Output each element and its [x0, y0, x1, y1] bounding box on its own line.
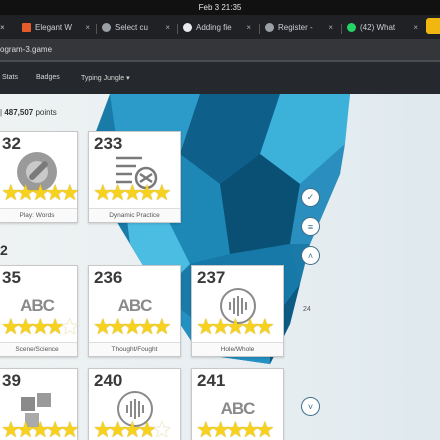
- tab-1[interactable]: Elegant W ×: [22, 19, 94, 37]
- tab-4[interactable]: Register - ×: [265, 19, 337, 37]
- level-number: 35: [2, 268, 21, 287]
- level-number: 237: [197, 268, 226, 287]
- star-rating: ★★★★★: [196, 419, 275, 440]
- chevron-up-icon[interactable]: ˄: [302, 247, 319, 264]
- level-number: 240: [94, 371, 123, 390]
- level-number: 241: [197, 371, 226, 390]
- close-icon[interactable]: ×: [328, 19, 333, 37]
- abc-text: ABC: [20, 296, 55, 315]
- level-card[interactable]: 237 ★★★★★ Hole/Whole: [191, 265, 284, 357]
- tab-close-partial[interactable]: ×: [0, 19, 12, 37]
- nav-typing-jungle[interactable]: Typing Jungle ▾: [81, 74, 130, 82]
- star-empty-icon: ★: [151, 417, 172, 440]
- star-icon: ★: [59, 417, 80, 440]
- level-label: Dynamic Practice: [89, 208, 180, 222]
- close-icon[interactable]: ×: [0, 23, 5, 32]
- level-label: Play: Words: [0, 208, 77, 222]
- tab-separator: [177, 24, 178, 34]
- level-card[interactable]: 32 ★★★★★ Play: Words: [0, 131, 80, 223]
- tab-label: Adding fie: [196, 23, 232, 32]
- nav-badges[interactable]: Badges: [36, 74, 60, 81]
- points-counter: | 487,507 points: [0, 108, 57, 117]
- star-icon: ★: [59, 180, 80, 205]
- globe-icon: [265, 23, 274, 33]
- browser-tab-strip: × Elegant W × Select cu × Adding fie × R…: [0, 15, 440, 39]
- level-number: 39: [2, 371, 21, 390]
- star-rating: ★★★★★: [1, 419, 80, 440]
- close-icon[interactable]: ×: [413, 19, 418, 37]
- tab-separator: [96, 24, 97, 34]
- list-menu-icon[interactable]: ≡: [302, 218, 319, 235]
- close-icon[interactable]: ×: [246, 19, 251, 37]
- level-number: 236: [94, 268, 123, 287]
- star-rating: ★★★★★: [1, 316, 80, 340]
- tab-separator: [259, 24, 260, 34]
- section-number: 2: [0, 242, 8, 258]
- level-card[interactable]: 233 ★★★★★ Dynamic Practice: [88, 131, 181, 223]
- os-top-bar: Feb 3 21:35: [0, 0, 440, 15]
- level-map: | 487,507 points 32 ★★★★★ Play: Words 23…: [0, 94, 440, 440]
- level-label: Hole/Whole: [192, 342, 283, 356]
- points-value: 487,507: [4, 108, 34, 117]
- level-label: Thought/Fought: [89, 342, 180, 356]
- star-icon: ★: [151, 180, 172, 205]
- level-card[interactable]: 240 ★★★★★: [88, 368, 181, 440]
- star-rating: ★★★★★: [93, 419, 172, 440]
- address-bar[interactable]: ogram-3.game: [0, 39, 440, 60]
- globe-icon: [102, 23, 111, 33]
- star-rating: ★★★★★: [93, 182, 172, 206]
- extension-icon[interactable]: [426, 18, 440, 34]
- star-rating: ★★★★★: [93, 316, 172, 340]
- level-card[interactable]: 35 ABC ★★★★★ Scene/Science: [0, 265, 80, 357]
- abc-text: ABC: [117, 296, 153, 315]
- site-nav: Stats Badges Typing Jungle ▾: [0, 62, 440, 94]
- star-icon: ★: [254, 417, 275, 440]
- check-circle-icon[interactable]: ✓: [302, 189, 319, 206]
- star-rating: ★★★★★: [1, 182, 80, 206]
- level-label: Scene/Science: [0, 342, 77, 356]
- star-icon: ★: [151, 314, 172, 339]
- tab-label: Elegant W: [35, 23, 72, 32]
- close-icon[interactable]: ×: [165, 19, 170, 37]
- tab-label: Register -: [278, 23, 313, 32]
- close-icon[interactable]: ×: [85, 19, 90, 37]
- whatsapp-icon: [347, 23, 356, 33]
- star-rating: ★★★★★: [196, 316, 275, 340]
- tab-3[interactable]: Adding fie ×: [183, 19, 255, 37]
- clock: Feb 3 21:35: [198, 3, 242, 12]
- star-empty-icon: ★: [59, 314, 80, 339]
- tab-5[interactable]: (42) What ×: [347, 19, 422, 37]
- abc-text: ABC: [220, 399, 256, 418]
- github-icon: [183, 23, 192, 33]
- tab-2[interactable]: Select cu ×: [102, 19, 174, 37]
- tab-separator: [341, 24, 342, 34]
- level-card[interactable]: 236 ABC ★★★★★ Thought/Fought: [88, 265, 181, 357]
- tab-label: (42) What: [360, 23, 396, 32]
- nav-stats[interactable]: Stats: [2, 74, 18, 81]
- tab-label: Select cu: [115, 23, 148, 32]
- chevron-down-icon[interactable]: ˅: [302, 398, 319, 415]
- flag-icon: [22, 23, 31, 33]
- level-card[interactable]: 241 ABC ★★★★★: [191, 368, 284, 440]
- url-text[interactable]: ogram-3.game: [0, 43, 52, 56]
- level-number: 233: [94, 134, 123, 153]
- star-icon: ★: [254, 314, 275, 339]
- section-marker: 24: [303, 306, 311, 313]
- level-card[interactable]: 39 ★★★★★: [0, 368, 80, 440]
- points-suffix: points: [33, 108, 57, 117]
